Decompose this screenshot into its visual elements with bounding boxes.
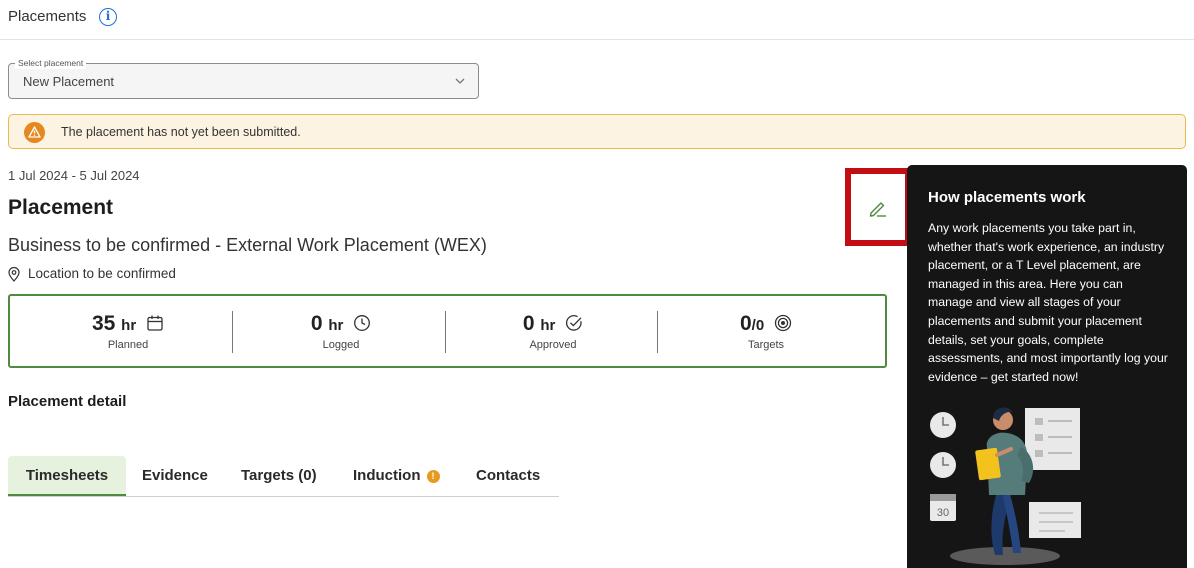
select-placement-value: New Placement bbox=[23, 74, 115, 89]
clock-icon bbox=[354, 315, 371, 331]
page-title: Placements bbox=[8, 8, 87, 25]
detail-tabs: Timesheets Evidence Targets (0) Inductio… bbox=[8, 456, 559, 497]
page-header: Placements i bbox=[0, 0, 1194, 40]
stat-divider bbox=[232, 311, 233, 353]
tab-evidence[interactable]: Evidence bbox=[142, 456, 208, 496]
calendar-number: 30 bbox=[937, 507, 949, 519]
stat-value: 0 bbox=[310, 312, 323, 335]
location-text: Location to be confirmed bbox=[28, 266, 176, 281]
stat-logged: 0 hr Logged bbox=[235, 296, 447, 366]
stat-label: Approved bbox=[529, 339, 577, 351]
tab-label: Timesheets bbox=[25, 467, 109, 484]
stat-label: Logged bbox=[322, 339, 360, 351]
stat-unit: hr bbox=[540, 317, 556, 334]
placement-illustration: 30 bbox=[930, 407, 1081, 565]
stat-planned: 35 hr Planned bbox=[22, 296, 234, 366]
stat-unit: hr bbox=[328, 317, 344, 334]
how-placements-work-panel: How placements work Any work placements … bbox=[907, 165, 1187, 568]
tab-label: Contacts bbox=[476, 467, 541, 484]
stats-summary: 35 hr Planned 0 hr Logged 0 hr Approved … bbox=[8, 294, 887, 368]
stat-label: Targets bbox=[747, 339, 785, 351]
placement-title: Placement bbox=[8, 196, 114, 219]
placement-detail-heading: Placement detail bbox=[8, 393, 127, 410]
tab-targets[interactable]: Targets (0) bbox=[241, 456, 317, 496]
warning-banner: The placement has not yet been submitted… bbox=[8, 114, 1186, 149]
stat-divider bbox=[657, 311, 658, 353]
tab-label: Targets (0) bbox=[241, 467, 317, 484]
info-icon[interactable]: i bbox=[99, 8, 117, 26]
stat-label: Planned bbox=[107, 339, 149, 351]
tab-timesheets[interactable]: Timesheets bbox=[8, 456, 126, 496]
select-placement-label: Select placement bbox=[15, 57, 87, 69]
stat-unit: hr bbox=[121, 317, 137, 334]
panel-title: How placements work bbox=[928, 189, 1086, 206]
tab-induction[interactable]: Induction! bbox=[353, 456, 440, 496]
check-circle-icon bbox=[566, 315, 582, 331]
placement-business: Business to be confirmed - External Work… bbox=[8, 235, 487, 255]
stat-value: 0 bbox=[522, 312, 535, 335]
stat-value: 35 bbox=[91, 312, 116, 335]
panel-body: Any work placements you take part in, wh… bbox=[928, 221, 1168, 384]
placement-dates: 1 Jul 2024 - 5 Jul 2024 bbox=[8, 168, 140, 183]
warning-text: The placement has not yet been submitted… bbox=[61, 125, 301, 139]
stat-unit: /0 bbox=[751, 317, 765, 334]
select-placement-dropdown[interactable]: Select placement New Placement bbox=[8, 57, 479, 99]
warning-icon bbox=[24, 122, 45, 143]
target-icon bbox=[774, 314, 792, 332]
tab-contacts[interactable]: Contacts bbox=[476, 456, 540, 496]
tab-label: Induction bbox=[353, 467, 421, 484]
chevron-down-icon bbox=[455, 78, 465, 84]
tab-label: Evidence bbox=[142, 467, 208, 484]
stat-approved: 0 hr Approved bbox=[447, 296, 659, 366]
location-pin-icon bbox=[8, 267, 20, 282]
stat-divider bbox=[445, 311, 446, 353]
stat-value: 0 bbox=[739, 312, 752, 335]
edit-pencil-icon[interactable] bbox=[866, 196, 890, 220]
calendar-icon bbox=[147, 315, 163, 331]
stat-targets: 0/0 Targets bbox=[660, 296, 872, 366]
alert-badge-icon: ! bbox=[426, 470, 440, 483]
